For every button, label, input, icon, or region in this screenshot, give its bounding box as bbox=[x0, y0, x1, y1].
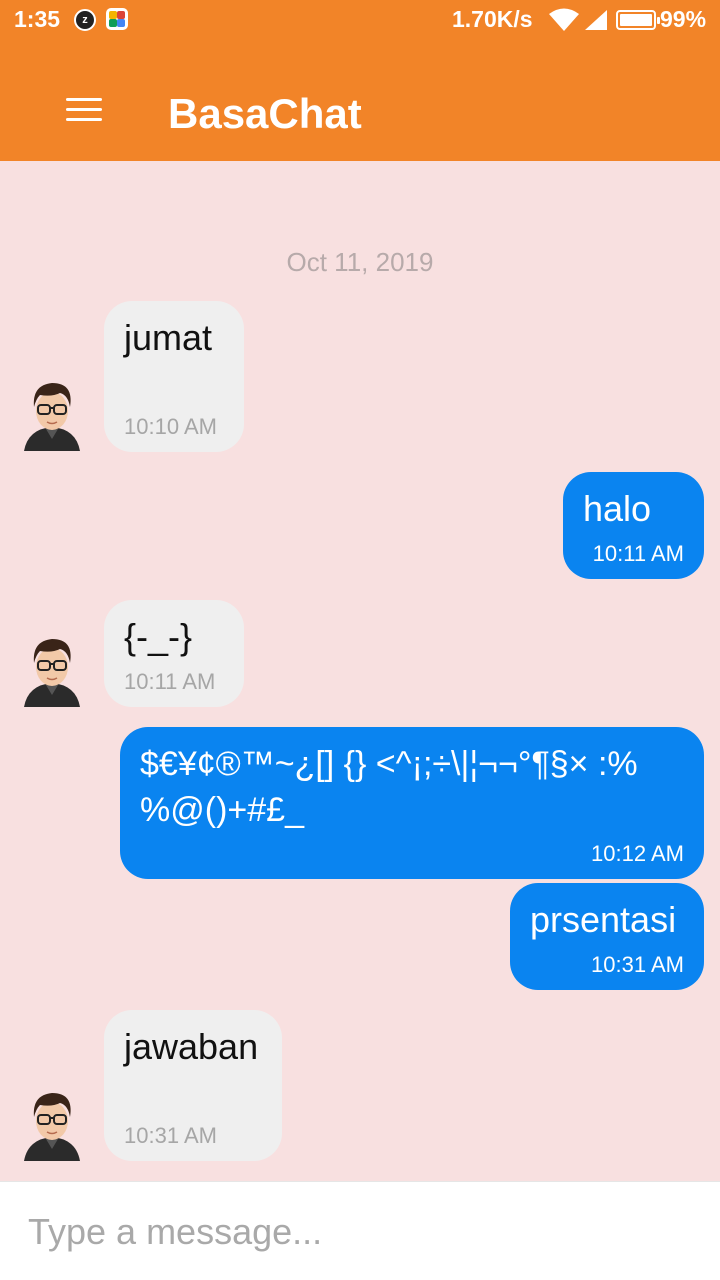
contact-avatar[interactable] bbox=[22, 1087, 82, 1161]
message-text: jumat bbox=[124, 317, 213, 358]
message-bubble-outgoing[interactable]: $€¥¢®™~¿[] {} <^¡;÷\|¦¬¬°¶§× :% %@()+#£_… bbox=[120, 727, 704, 879]
contact-avatar[interactable] bbox=[22, 377, 82, 451]
message-time: 10:12 AM bbox=[591, 841, 684, 866]
network-speed: 1.70K/s bbox=[452, 6, 533, 32]
message-bubble-incoming[interactable]: jumat 10:10 AM bbox=[104, 301, 244, 452]
message-time: 10:10 AM bbox=[124, 414, 217, 439]
message-text: jawaban bbox=[124, 1026, 259, 1067]
message-text: halo bbox=[583, 488, 652, 529]
message-bubble-incoming[interactable]: {-_-} 10:11 AM bbox=[104, 600, 244, 707]
signal-icon bbox=[585, 10, 607, 30]
contact-avatar[interactable] bbox=[22, 633, 82, 707]
message-text-line-2: %@()+#£_ bbox=[140, 791, 304, 829]
wifi-icon bbox=[549, 8, 579, 31]
message-time: 10:31 AM bbox=[591, 952, 684, 977]
chat-area[interactable]: Oct 11, 2019 jumat 10:10 AM halo 10:11 A… bbox=[0, 161, 720, 1181]
hamburger-menu-icon[interactable] bbox=[60, 94, 108, 126]
message-bubble-outgoing[interactable]: halo 10:11 AM bbox=[563, 472, 704, 579]
message-text: $€¥¢®™~¿[] {} <^¡;÷\|¦¬¬°¶§× :% bbox=[140, 745, 638, 783]
status-time: 1:35 bbox=[14, 6, 61, 32]
message-text: {-_-} bbox=[124, 616, 193, 657]
message-input[interactable] bbox=[28, 1204, 688, 1260]
battery-level: 99% bbox=[660, 6, 707, 32]
message-time: 10:31 AM bbox=[124, 1123, 217, 1148]
message-composer bbox=[0, 1181, 720, 1280]
message-bubble-incoming[interactable]: jawaban 10:31 AM bbox=[104, 1010, 282, 1161]
app-title: BasaChat bbox=[168, 90, 362, 137]
colorful-app-icon bbox=[106, 8, 128, 30]
z-app-icon: z bbox=[74, 9, 96, 31]
date-separator: Oct 11, 2019 bbox=[286, 247, 434, 277]
message-time: 10:11 AM bbox=[124, 669, 216, 694]
message-time: 10:11 AM bbox=[592, 541, 684, 566]
message-text: prsentasi bbox=[530, 899, 677, 940]
battery-icon bbox=[616, 10, 660, 30]
app-bar: BasaChat bbox=[0, 40, 720, 161]
status-bar: 1:35 z 1.70K/s 99% bbox=[0, 0, 720, 40]
message-bubble-outgoing[interactable]: prsentasi 10:31 AM bbox=[510, 883, 704, 990]
